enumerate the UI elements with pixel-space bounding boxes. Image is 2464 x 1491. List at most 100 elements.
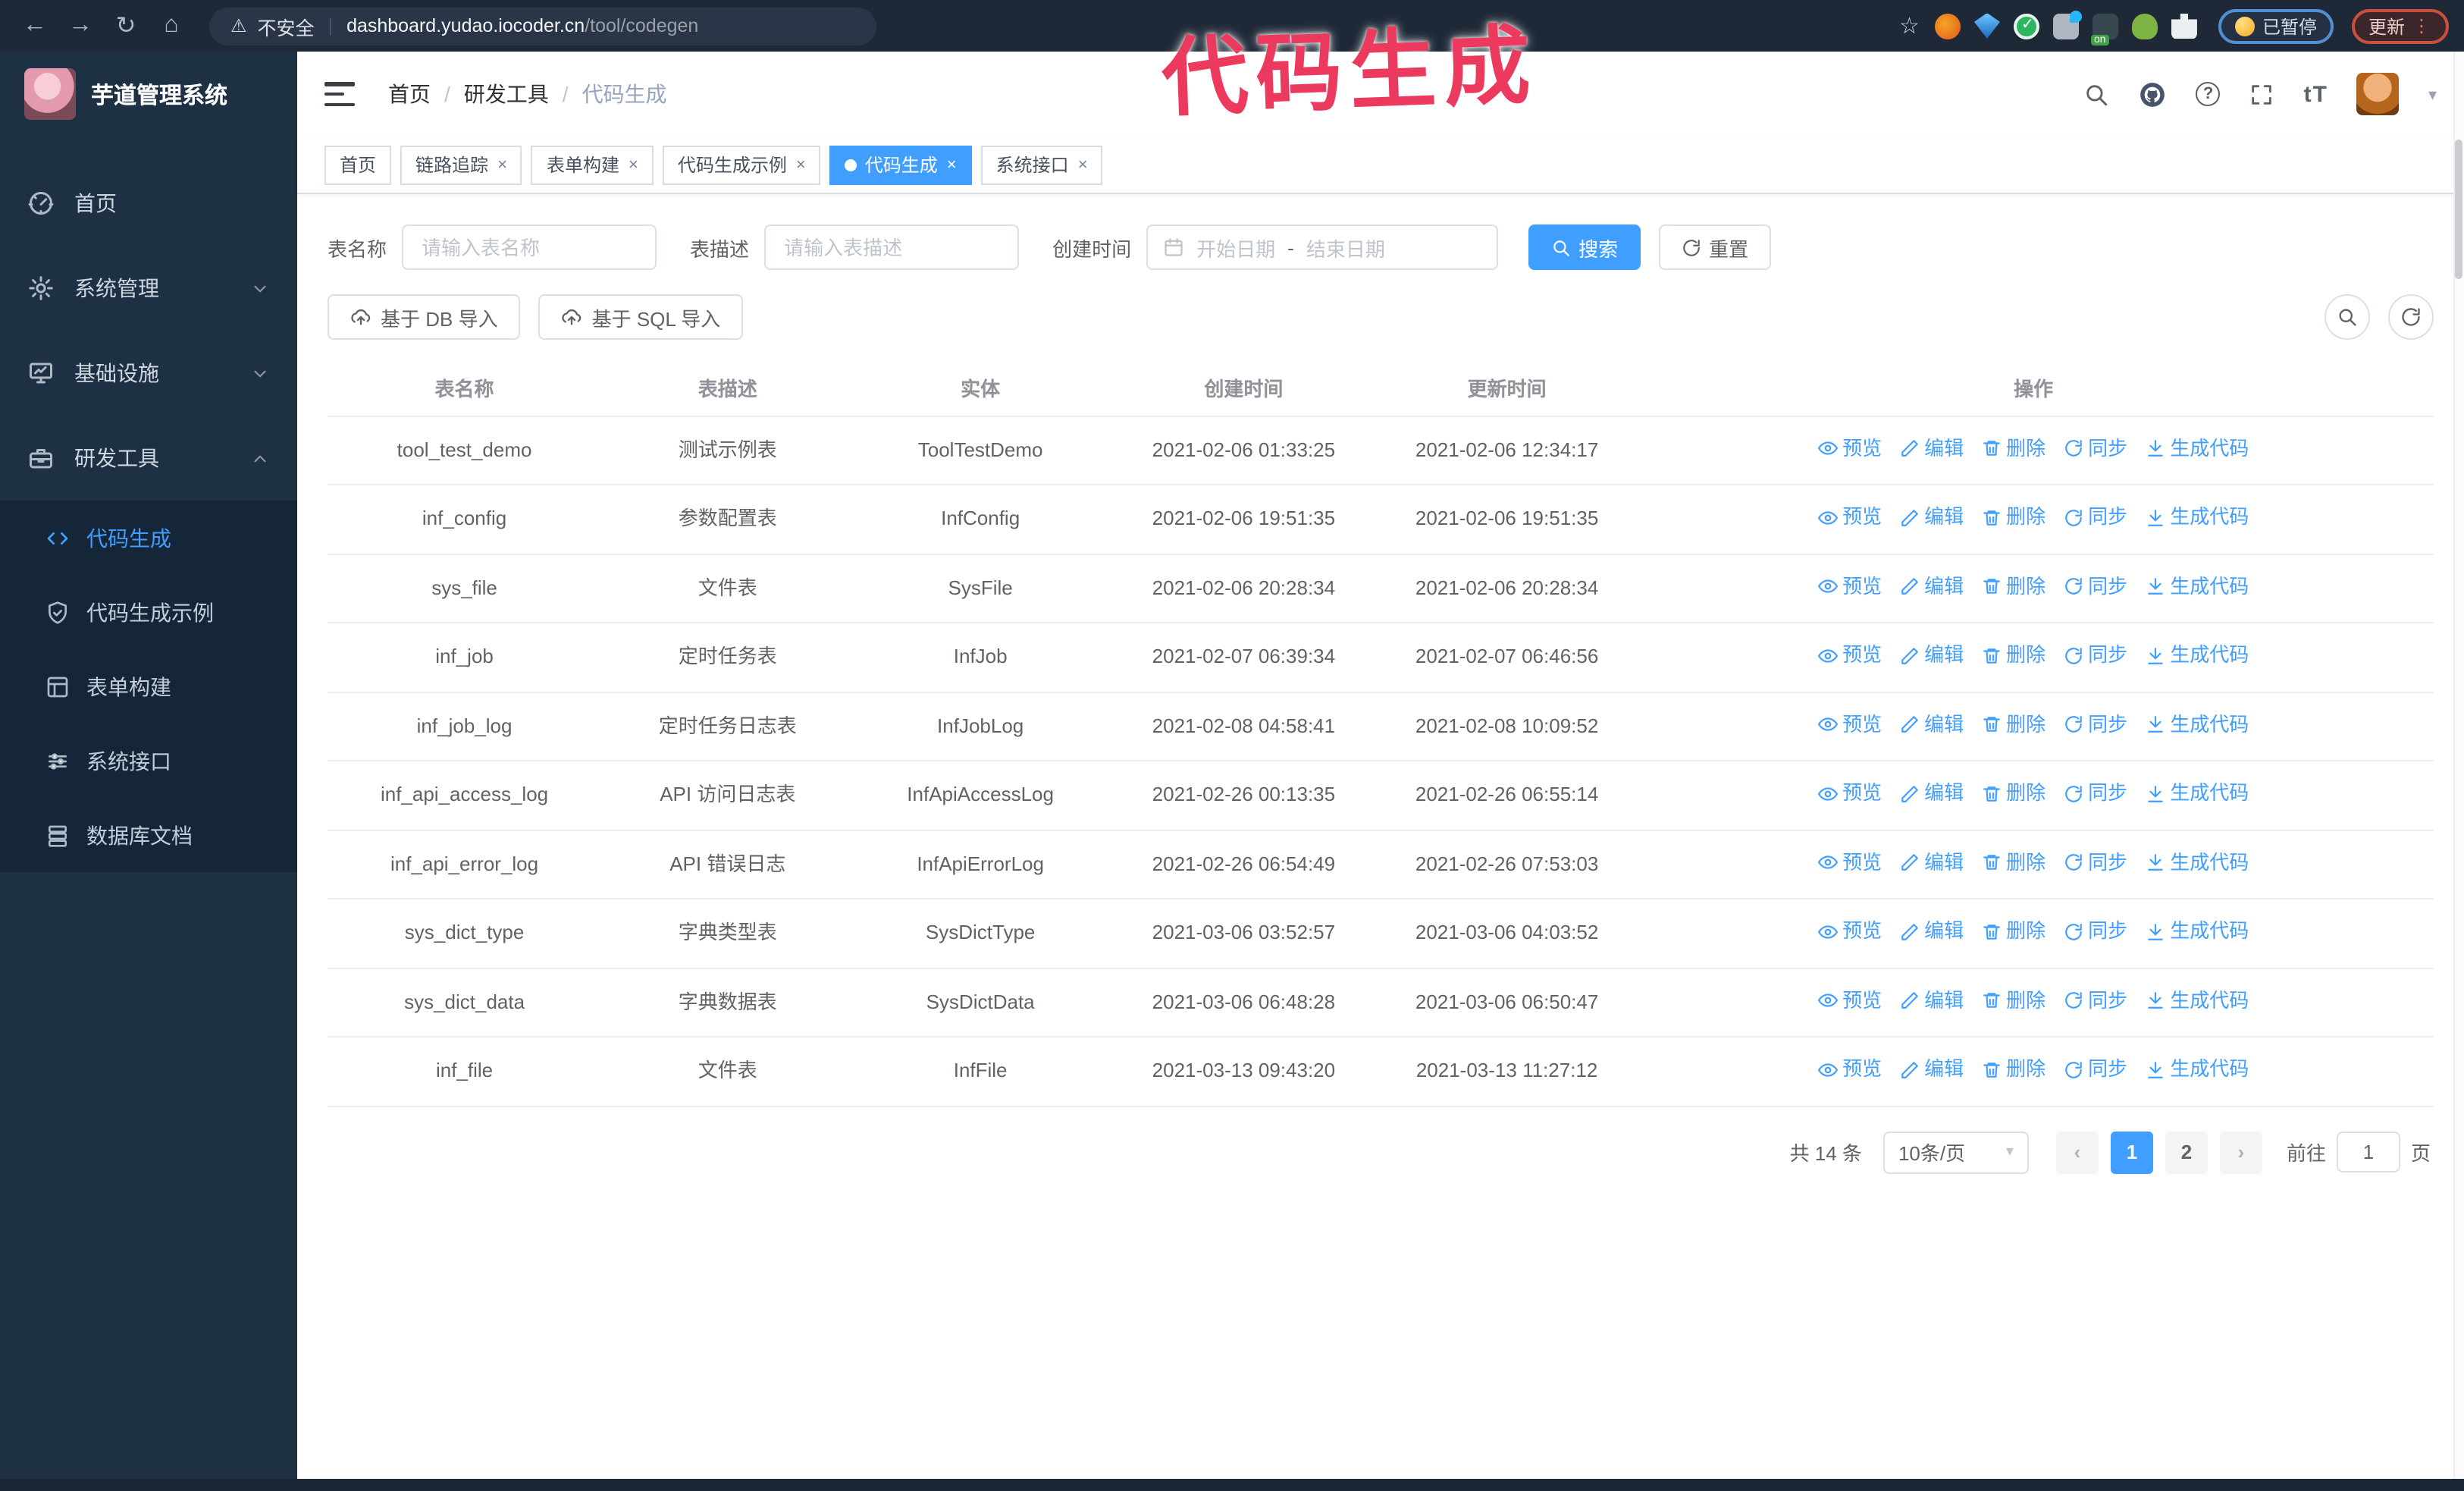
sidebar-item-系统管理[interactable]: 系统管理	[0, 246, 297, 331]
browser-forward-icon[interactable]: →	[61, 6, 100, 46]
extension-icon[interactable]	[1973, 13, 2000, 39]
avatar-caret-icon[interactable]: ▾	[2428, 84, 2437, 104]
extension-icon[interactable]	[2013, 13, 2039, 39]
browser-update-button[interactable]: 更新 ⋮	[2351, 8, 2449, 43]
编辑-link[interactable]: 编辑	[1900, 1053, 1964, 1086]
预览-link[interactable]: 预览	[1818, 432, 1882, 465]
page-size-select[interactable]: 10条/页 ▾	[1882, 1131, 2029, 1173]
生成代码-link[interactable]: 生成代码	[2146, 570, 2249, 603]
sidebar-item-研发工具[interactable]: 研发工具	[0, 416, 297, 501]
browser-reload-icon[interactable]: ↻	[106, 6, 146, 46]
sidebar-subitem-数据库文档[interactable]: 数据库文档	[0, 798, 297, 872]
tab-系统接口[interactable]: 系统接口 ×	[980, 145, 1103, 184]
删除-link[interactable]: 删除	[1982, 1053, 2045, 1086]
预览-link[interactable]: 预览	[1818, 1053, 1882, 1086]
编辑-link[interactable]: 编辑	[1900, 777, 1964, 810]
预览-link[interactable]: 预览	[1818, 984, 1882, 1017]
删除-link[interactable]: 删除	[1982, 639, 2045, 672]
goto-page-input[interactable]	[2336, 1132, 2400, 1172]
import-sql-button[interactable]: 基于 SQL 导入	[538, 294, 744, 340]
同步-link[interactable]: 同步	[2064, 846, 2127, 879]
删除-link[interactable]: 删除	[1982, 846, 2045, 879]
生成代码-link[interactable]: 生成代码	[2146, 984, 2249, 1017]
prev-page-button[interactable]: ‹	[2055, 1131, 2099, 1173]
tab-代码生成[interactable]: 代码生成 ×	[829, 145, 972, 184]
同步-link[interactable]: 同步	[2064, 915, 2127, 948]
scrollbar-track[interactable]	[2453, 52, 2464, 1479]
refresh-table-button[interactable]	[2388, 294, 2434, 340]
sidebar-subitem-表单构建[interactable]: 表单构建	[0, 649, 297, 724]
删除-link[interactable]: 删除	[1982, 570, 2045, 603]
tab-链路追踪[interactable]: 链路追踪 ×	[400, 145, 522, 184]
编辑-link[interactable]: 编辑	[1900, 432, 1964, 465]
sidebar-item-基础设施[interactable]: 基础设施	[0, 331, 297, 416]
address-bar[interactable]: ⚠ 不安全 | dashboard.yudao.iocoder.cn/tool/…	[209, 7, 876, 45]
预览-link[interactable]: 预览	[1818, 570, 1882, 603]
extension-icon[interactable]	[1934, 13, 1961, 39]
page-button-1[interactable]: 1	[2110, 1131, 2153, 1173]
生成代码-link[interactable]: 生成代码	[2146, 846, 2249, 879]
编辑-link[interactable]: 编辑	[1900, 570, 1964, 603]
breadcrumb-item[interactable]: 首页	[388, 79, 431, 109]
tab-首页[interactable]: 首页	[324, 145, 392, 184]
help-icon[interactable]: ?	[2196, 82, 2221, 106]
生成代码-link[interactable]: 生成代码	[2146, 708, 2249, 741]
同步-link[interactable]: 同步	[2064, 984, 2127, 1017]
预览-link[interactable]: 预览	[1818, 846, 1882, 879]
sidebar-subitem-系统接口[interactable]: 系统接口	[0, 724, 297, 798]
生成代码-link[interactable]: 生成代码	[2146, 639, 2249, 672]
font-size-icon[interactable]: tT	[2304, 81, 2328, 107]
同步-link[interactable]: 同步	[2064, 708, 2127, 741]
同步-link[interactable]: 同步	[2064, 1053, 2127, 1086]
user-avatar[interactable]	[2356, 73, 2400, 115]
tab-表单构建[interactable]: 表单构建 ×	[531, 145, 654, 184]
删除-link[interactable]: 删除	[1982, 915, 2045, 948]
reset-button[interactable]: 重置	[1659, 224, 1772, 270]
生成代码-link[interactable]: 生成代码	[2146, 1053, 2249, 1086]
search-icon[interactable]	[2084, 81, 2110, 107]
编辑-link[interactable]: 编辑	[1900, 708, 1964, 741]
close-icon[interactable]: ×	[947, 155, 957, 174]
table-desc-input[interactable]	[764, 224, 1020, 270]
tab-代码生成示例[interactable]: 代码生成示例 ×	[662, 145, 821, 184]
extension-icon[interactable]	[2090, 13, 2118, 45]
search-button[interactable]: 搜索	[1528, 224, 1641, 270]
sidebar-subitem-代码生成示例[interactable]: 代码生成示例	[0, 575, 297, 649]
extension-icon[interactable]	[2131, 13, 2158, 39]
删除-link[interactable]: 删除	[1982, 432, 2045, 465]
breadcrumb-item[interactable]: 研发工具	[464, 79, 549, 109]
编辑-link[interactable]: 编辑	[1900, 915, 1964, 948]
table-name-input[interactable]	[402, 224, 657, 270]
预览-link[interactable]: 预览	[1818, 777, 1882, 810]
编辑-link[interactable]: 编辑	[1900, 846, 1964, 879]
删除-link[interactable]: 删除	[1982, 708, 2045, 741]
同步-link[interactable]: 同步	[2064, 501, 2127, 534]
生成代码-link[interactable]: 生成代码	[2146, 501, 2249, 534]
close-icon[interactable]: ×	[497, 155, 507, 174]
github-icon[interactable]	[2139, 80, 2168, 108]
page-button-2[interactable]: 2	[2165, 1131, 2208, 1173]
编辑-link[interactable]: 编辑	[1900, 501, 1964, 534]
next-page-button[interactable]: ›	[2219, 1131, 2262, 1173]
同步-link[interactable]: 同步	[2064, 639, 2127, 672]
预览-link[interactable]: 预览	[1818, 915, 1882, 948]
extensions-puzzle-icon[interactable]	[2171, 13, 2197, 39]
编辑-link[interactable]: 编辑	[1900, 639, 1964, 672]
sidebar-toggle-icon[interactable]	[324, 82, 355, 106]
bookmark-star-icon[interactable]: ☆	[1899, 12, 1920, 39]
生成代码-link[interactable]: 生成代码	[2146, 432, 2249, 465]
预览-link[interactable]: 预览	[1818, 501, 1882, 534]
sidebar-item-首页[interactable]: 首页	[0, 161, 297, 246]
编辑-link[interactable]: 编辑	[1900, 984, 1964, 1017]
同步-link[interactable]: 同步	[2064, 777, 2127, 810]
close-icon[interactable]: ×	[629, 155, 638, 174]
profile-paused-badge[interactable]: 已暂停	[2218, 8, 2334, 43]
预览-link[interactable]: 预览	[1818, 639, 1882, 672]
toggle-search-button[interactable]	[2324, 294, 2370, 340]
chrome-menu-icon[interactable]: ⋮	[2412, 15, 2432, 36]
close-icon[interactable]: ×	[796, 155, 806, 174]
browser-back-icon[interactable]: ←	[15, 6, 55, 46]
生成代码-link[interactable]: 生成代码	[2146, 777, 2249, 810]
同步-link[interactable]: 同步	[2064, 570, 2127, 603]
browser-home-icon[interactable]: ⌂	[152, 6, 191, 46]
